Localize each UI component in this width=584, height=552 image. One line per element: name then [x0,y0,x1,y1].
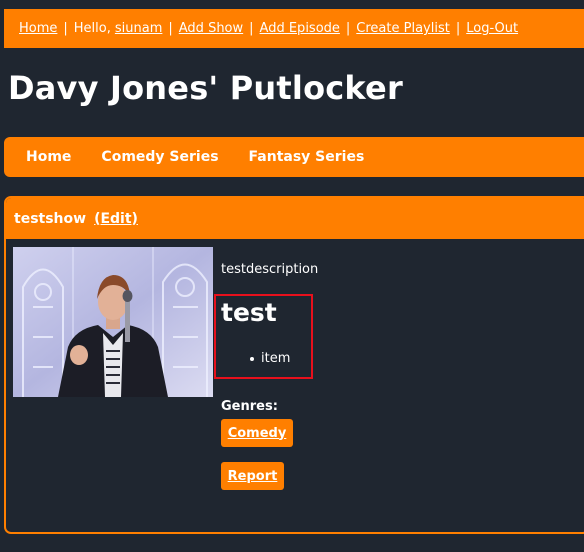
separator: | [63,21,68,36]
username-link[interactable]: siunam [115,21,163,36]
separator: | [168,21,173,36]
video-thumbnail-icon[interactable] [13,247,213,397]
show-card-header: testshow (Edit) [6,198,584,239]
report-button[interactable]: Report [221,462,284,490]
greeting-text: Hello, [73,21,111,36]
site-title: Davy Jones' Putlocker [8,69,403,107]
list-item: item [261,351,291,366]
create-playlist-link[interactable]: Create Playlist [356,21,450,36]
show-description: testdescription [221,262,319,277]
logout-link[interactable]: Log-Out [466,21,518,36]
show-card: testshow (Edit) testdescription test ite… [4,196,584,534]
add-episode-link[interactable]: Add Episode [260,21,340,36]
content-list: item [250,351,290,366]
add-show-link[interactable]: Add Show [179,21,243,36]
bullet-icon [250,356,254,361]
nav-item-comedy-series[interactable]: Comedy Series [101,149,218,165]
separator: | [249,21,254,36]
category-nav: Home Comedy Series Fantasy Series [4,137,584,177]
edit-show-link[interactable]: (Edit) [94,211,138,227]
genre-button-comedy[interactable]: Comedy [221,419,293,447]
separator: | [345,21,351,36]
show-title: testshow [14,210,87,227]
genres-label: Genres: [221,399,278,414]
top-account-bar: Home | Hello, siunam | Add Show | Add Ep… [4,9,584,48]
separator: | [455,21,461,36]
nav-item-home[interactable]: Home [26,149,71,165]
content-heading: test [221,298,277,327]
nav-item-fantasy-series[interactable]: Fantasy Series [249,149,365,165]
top-home-link[interactable]: Home [19,21,57,36]
